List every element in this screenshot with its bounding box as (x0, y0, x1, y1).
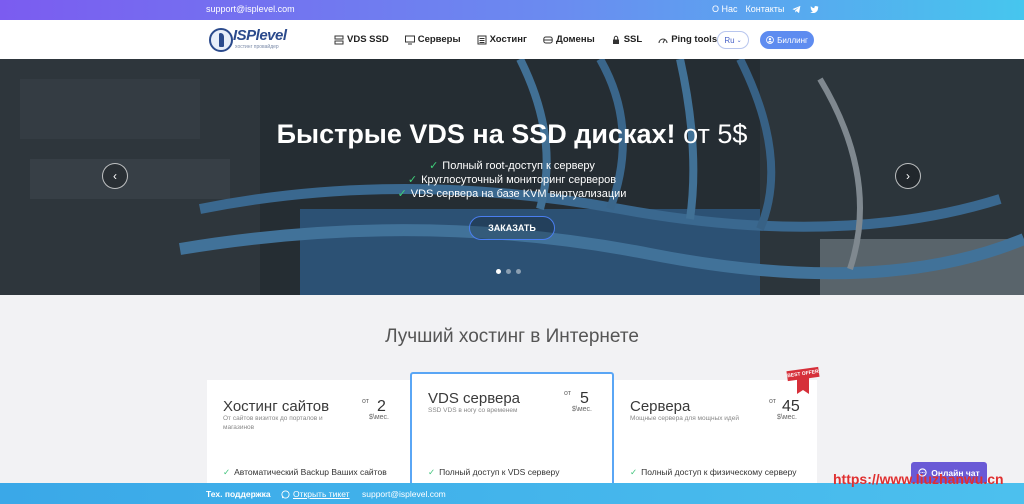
slider-next-button[interactable]: › (895, 163, 921, 189)
billing-label: Биллинг (777, 35, 808, 45)
gauge-icon (658, 38, 668, 43)
slider-dot-2[interactable] (506, 269, 511, 274)
whatsapp-icon (281, 489, 290, 499)
hero-feature-item: ✓ Полный root-доступ к серверу (429, 160, 595, 172)
plan-price-prefix: от (362, 398, 369, 405)
support-email-link[interactable]: support@isplevel.com (362, 489, 446, 499)
check-icon: ✓ (630, 467, 638, 477)
contacts-link[interactable]: Контакты (746, 4, 785, 14)
hero-feature-item: ✓ VDS сервера на базе KVM виртуализации (397, 188, 627, 200)
plan-desc: Мощные сервера для мощных идей (630, 415, 739, 422)
plan-desc: SSD VDS в ногу со временем (428, 407, 518, 414)
social-links (792, 5, 819, 14)
hero-title-text: Быстрые VDS на SSD дисках! (276, 119, 676, 149)
plan-price-unit: $\мес. (369, 414, 389, 421)
watermark-text: https://www.liuzhanwu.cn (833, 471, 1004, 487)
check-icon: ✓ (429, 160, 439, 172)
plan-cards: Хостинг сайтов От сайтов визиток до порт… (207, 372, 817, 490)
plan-price-prefix: от (769, 398, 776, 405)
nav-label: VDS SSD (347, 34, 389, 45)
slider-prev-button[interactable]: ‹ (102, 163, 128, 189)
user-icon (766, 36, 774, 44)
top-bar: support@isplevel.com О Нас Контакты (0, 0, 1024, 20)
nav-item-domains[interactable]: Домены (543, 34, 595, 45)
section-title: Лучший хостинг в Интернете (385, 326, 639, 347)
twitter-icon[interactable] (810, 5, 819, 14)
nav-item-ping-tools[interactable]: Ping tools (658, 34, 717, 45)
nav-label: Ping tools (671, 34, 718, 45)
hero-feature-item: ✓ Круглосуточный мониторинг серверов (407, 174, 617, 186)
nav-item-hosting[interactable]: Хостинг (477, 34, 527, 45)
plan-card-hosting[interactable]: Хостинг сайтов От сайтов визиток до порт… (207, 380, 410, 490)
topbar-links: О Нас Контакты (712, 4, 784, 14)
plan-feature: ✓ Полный доступ к VDS серверу (428, 467, 560, 477)
language-value: Ru (724, 35, 735, 45)
plan-feature: ✓ Полный доступ к физическому серверу (630, 467, 797, 477)
hero-title-price: от 5$ (683, 119, 748, 149)
plan-card-servers[interactable]: Сервера Мощные сервера для мощных идей о… (614, 380, 817, 490)
monitor-icon (404, 35, 415, 44)
logo-tagline: хостинг провайдер (235, 44, 279, 50)
slider-dot-3[interactable] (516, 269, 521, 274)
telegram-icon[interactable] (792, 5, 801, 14)
check-icon: ✓ (397, 188, 407, 200)
nav-label: Хостинг (489, 34, 527, 45)
chevron-left-icon: ‹ (113, 169, 117, 183)
globe-icon (543, 36, 553, 43)
chevron-down-icon: ⌄ (736, 37, 742, 44)
nav-label: Серверы (417, 34, 461, 45)
plan-price-unit: $\мес. (572, 406, 592, 413)
best-offer-badge: BEST OFFER (786, 366, 820, 395)
slider-dots (496, 269, 521, 274)
logo-brand: ISPlevel (233, 27, 287, 44)
hero-slider: Быстрые VDS на SSD дисках! от 5$ ✓ Полный… (0, 59, 1024, 295)
nav-item-servers[interactable]: Серверы (404, 34, 461, 45)
check-icon: ✓ (428, 467, 436, 477)
order-button[interactable]: ЗАКАЗАТЬ (469, 216, 555, 240)
server-stack-icon (334, 35, 344, 44)
check-icon: ✓ (407, 174, 418, 186)
plan-card-vds[interactable]: VDS сервера SSD VDS в ногу со временем о… (410, 372, 614, 490)
main-nav: VDS SSD Серверы Хостинг Домены SSL Ping … (334, 34, 717, 45)
nav-label: Домены (555, 34, 595, 45)
hero-title: Быстрые VDS на SSD дисках! от 5$ (0, 119, 1024, 150)
lock-icon (612, 35, 619, 44)
plan-name: Сервера (630, 398, 691, 415)
plan-name: Хостинг сайтов (223, 398, 330, 415)
logo-mark-icon (209, 28, 233, 52)
hero-features: ✓ Полный root-доступ к серверу ✓ Круглосут… (0, 159, 1024, 201)
about-link[interactable]: О Нас (712, 4, 738, 14)
plan-name: VDS сервера (428, 390, 521, 407)
check-icon: ✓ (223, 467, 231, 477)
nav-item-ssl[interactable]: SSL (611, 34, 642, 45)
plan-feature: ✓ Автоматический Backup Ваших сайтов (223, 467, 387, 477)
slider-dot-1[interactable] (496, 269, 501, 274)
nav-item-vds-ssd[interactable]: VDS SSD (334, 34, 389, 45)
plan-desc: От сайтов визиток до порталов и магазино… (223, 415, 323, 431)
plan-price-unit: $\мес. (777, 414, 797, 421)
billing-button[interactable]: Биллинг (760, 31, 814, 49)
logo[interactable]: ISPlevel хостинг провайдер (209, 26, 287, 54)
main-header: ISPlevel хостинг провайдер VDS SSD Серве… (0, 20, 1024, 59)
language-select[interactable]: Ru ⌄ (717, 31, 749, 49)
list-icon (477, 35, 487, 44)
open-ticket-link[interactable]: Открыть тикет (281, 489, 350, 499)
support-label: Тех. поддержка (206, 489, 271, 499)
topbar-email-link[interactable]: support@isplevel.com (206, 4, 295, 14)
nav-label: SSL (623, 34, 643, 45)
plan-price-prefix: от (564, 390, 571, 397)
ribbon-icon (797, 378, 809, 394)
chevron-right-icon: › (906, 169, 910, 183)
